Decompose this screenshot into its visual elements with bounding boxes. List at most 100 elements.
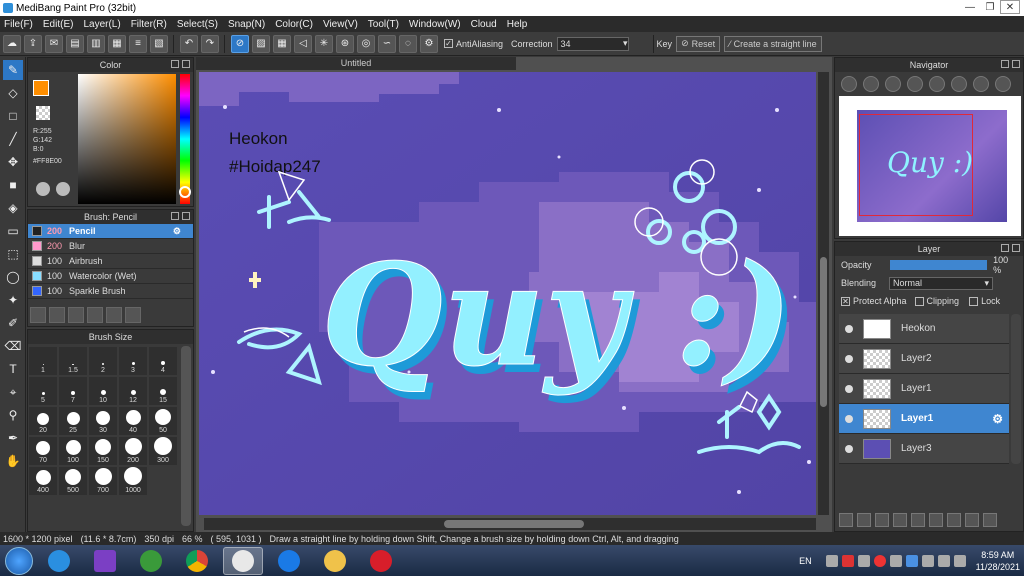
perspective-snap-icon[interactable]: ◁ [294, 34, 312, 53]
select-pen-tool-icon[interactable]: ✐ [3, 313, 23, 333]
radial-snap-icon[interactable]: ✳ [315, 34, 333, 53]
zoom-out-icon[interactable] [841, 76, 857, 92]
actual-size-icon[interactable] [907, 76, 923, 92]
radial-line-icon[interactable]: ⊛ [336, 34, 354, 53]
menu-select[interactable]: Select(S) [177, 19, 218, 30]
correction-select[interactable]: 34 ▾ [556, 36, 629, 51]
list-icon[interactable]: ≡ [129, 34, 147, 53]
saturation-value-picker[interactable] [78, 74, 176, 204]
bucket-tool-icon[interactable]: ◈ [3, 198, 23, 218]
canvas-vertical-thumb[interactable] [820, 257, 827, 407]
minimize-button[interactable]: — [960, 0, 980, 14]
brush-size-cell[interactable]: 40 [118, 406, 148, 436]
opera-icon[interactable] [873, 554, 886, 567]
taskbar-medibang[interactable] [223, 546, 263, 575]
folder-icon[interactable] [87, 307, 103, 323]
language-indicator[interactable]: EN [799, 556, 812, 566]
move-tool-icon[interactable]: ✥ [3, 152, 23, 172]
panel-close-icon[interactable] [1012, 60, 1020, 68]
opacity-slider[interactable] [889, 260, 988, 270]
eraser-tool-icon[interactable]: ◇ [3, 83, 23, 103]
canvas-tab[interactable]: Untitled [196, 57, 516, 70]
grid-doc-icon[interactable]: ▦ [108, 34, 126, 53]
brush-size-cell[interactable]: 500 [58, 466, 88, 496]
page-icon[interactable]: ▤ [66, 34, 84, 53]
color-picker-icon[interactable] [56, 182, 70, 196]
brush-size-cell[interactable]: 25 [58, 406, 88, 436]
brush-size-scrollbar[interactable] [181, 346, 191, 526]
start-button[interactable] [5, 546, 33, 575]
trash-icon[interactable] [125, 307, 141, 323]
menu-snap[interactable]: Snap(N) [228, 19, 265, 30]
antialiasing-checkbox[interactable]: ✓ [444, 39, 453, 48]
tray-v-icon[interactable] [841, 554, 854, 567]
visibility-icon[interactable] [845, 444, 853, 453]
hand-tool-icon[interactable]: ✋ [3, 451, 23, 471]
fill-rect-tool-icon[interactable]: ■ [3, 175, 23, 195]
eyedropper-tool-icon[interactable]: ⚲ [3, 405, 23, 425]
select-tool-icon[interactable]: ⬚ [3, 244, 23, 264]
layer-row-layer3[interactable]: Layer3 [839, 434, 1009, 464]
line-tool-icon[interactable]: ╱ [3, 129, 23, 149]
layer-row-layer1-active[interactable]: Layer1 ⚙ [839, 404, 1009, 434]
brush-size-cell[interactable]: 1.5 [58, 346, 88, 376]
panel-detach-icon[interactable] [171, 212, 179, 220]
brush-size-cell[interactable]: 70 [28, 436, 58, 466]
tray-chat-icon[interactable] [857, 554, 870, 567]
brush-size-cell[interactable]: 15 [148, 376, 178, 406]
panel-detach-icon[interactable] [1001, 244, 1009, 252]
layer-list-scrollbar[interactable] [1011, 314, 1021, 464]
rectangle-tool-icon[interactable]: □ [3, 106, 23, 126]
magic-wand-tool-icon[interactable]: ✦ [3, 290, 23, 310]
menu-view[interactable]: View(V) [323, 19, 358, 30]
reset-button[interactable]: ⊘ Reset [676, 35, 721, 52]
lasso-tool-icon[interactable]: ◯ [3, 267, 23, 287]
menu-file[interactable]: File(F) [4, 19, 33, 30]
canvas-horizontal-thumb[interactable] [444, 520, 584, 528]
brush-size-cell[interactable]: 150 [88, 436, 118, 466]
share-icon[interactable]: ⇪ [24, 34, 42, 53]
panel-detach-icon[interactable] [171, 60, 179, 68]
brush-size-cell[interactable]: 10 [88, 376, 118, 406]
brush-size-cell[interactable]: 200 [118, 436, 148, 466]
grid-snap-icon[interactable]: ▦ [273, 34, 291, 53]
trash-icon[interactable] [983, 513, 997, 527]
navigator-preview[interactable]: Quy :) [839, 96, 1021, 236]
tray-app-icon[interactable] [889, 554, 902, 567]
select-eraser-tool-icon[interactable]: ⌫ [3, 336, 23, 356]
visibility-icon[interactable] [845, 384, 853, 393]
gear-icon[interactable]: ⚙ [173, 226, 181, 237]
volume-icon[interactable] [953, 554, 966, 567]
brush-size-cell[interactable]: 3 [118, 346, 148, 376]
undo-icon[interactable]: ↶ [180, 34, 198, 53]
brush-item-pencil[interactable]: 200 Pencil ⚙ [28, 224, 193, 239]
bluetooth-icon[interactable] [905, 554, 918, 567]
duplicate-icon[interactable] [106, 307, 122, 323]
fit-window-icon[interactable] [885, 76, 901, 92]
canvas-horizontal-scrollbar[interactable] [204, 518, 816, 530]
reset-rotation-icon[interactable] [973, 76, 989, 92]
taskbar-paint[interactable] [315, 547, 355, 575]
brush-size-cell[interactable]: 30 [88, 406, 118, 436]
menu-cloud[interactable]: Cloud [471, 19, 497, 30]
brush-size-cell[interactable]: 7 [58, 376, 88, 406]
clipping-checkbox[interactable] [914, 296, 924, 306]
menu-layer[interactable]: Layer(L) [83, 19, 120, 30]
lock-checkbox[interactable] [969, 296, 979, 306]
cloud-icon[interactable]: ☁ [3, 34, 21, 53]
network-icon[interactable] [937, 554, 950, 567]
brush-size-cell[interactable]: 50 [148, 406, 178, 436]
panel-detach-icon[interactable] [1001, 60, 1009, 68]
menu-filter[interactable]: Filter(R) [131, 19, 167, 30]
palette-icon[interactable] [36, 182, 50, 196]
layer-settings-icon[interactable] [965, 513, 979, 527]
operation-tool-icon[interactable]: ⌖ [3, 382, 23, 402]
pen-tool-icon[interactable]: ✒ [3, 428, 23, 448]
menu-window[interactable]: Window(W) [409, 19, 461, 30]
rotate-right-icon[interactable] [951, 76, 967, 92]
menu-tool[interactable]: Tool(T) [368, 19, 399, 30]
gradient-tool-icon[interactable]: ▭ [3, 221, 23, 241]
concentric-snap-icon[interactable]: ◎ [357, 34, 375, 53]
merge-down-icon[interactable] [947, 513, 961, 527]
brush-size-cell[interactable]: 5 [28, 376, 58, 406]
